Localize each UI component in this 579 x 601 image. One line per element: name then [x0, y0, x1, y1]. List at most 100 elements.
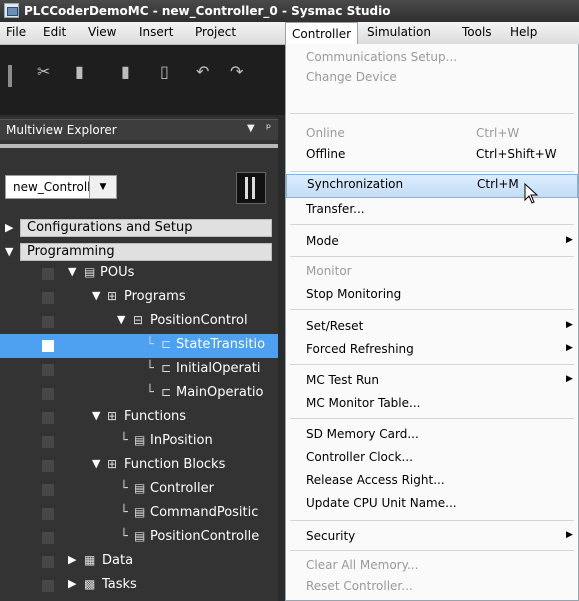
menu-item-set-reset[interactable]: Set/Reset ▶ — [286, 317, 578, 337]
menu-controller[interactable]: Controller — [285, 22, 359, 44]
row-marker — [42, 412, 54, 424]
section-programming[interactable]: ▼ Programming — [0, 242, 278, 262]
chevron-down-icon[interactable]: ▼ — [89, 176, 116, 198]
menu-item-label: Offline — [306, 147, 346, 161]
expand-icon[interactable]: ▶ — [68, 577, 76, 590]
row-marker — [42, 292, 54, 304]
section-icon: ⊏ — [161, 361, 172, 375]
tree-item-programs[interactable]: ▼ ⊞ Programs — [0, 286, 278, 310]
cut-icon[interactable]: ✂ — [37, 62, 50, 81]
menu-item-change-device[interactable]: Change Device — [286, 68, 578, 88]
menu-item-online[interactable]: Online Ctrl+W — [286, 124, 578, 144]
menu-edit[interactable]: Edit — [43, 25, 66, 39]
tree-label: PositionControlle — [150, 529, 260, 544]
pin-icon[interactable]: ᵖ — [266, 121, 271, 135]
toolbar-grip[interactable] — [8, 65, 12, 87]
menu-separator — [290, 309, 574, 310]
menu-view[interactable]: View — [88, 25, 116, 39]
submenu-arrow-icon: ▶ — [566, 320, 573, 330]
submenu-arrow-icon: ▶ — [566, 343, 573, 353]
tree-label: InitialOperati — [176, 361, 261, 376]
row-marker — [42, 364, 54, 376]
menu-item-mode[interactable]: Mode ▶ — [286, 232, 578, 252]
menu-item-sd-memory-card[interactable]: SD Memory Card... — [286, 425, 578, 445]
menu-item-release-access-right[interactable]: Release Access Right... — [286, 471, 578, 491]
menu-tools[interactable]: Tools — [462, 25, 492, 39]
tree-item-functionblocks[interactable]: ▼ ⊞ Function Blocks — [0, 454, 278, 478]
collapse-icon[interactable]: ▼ — [117, 313, 125, 326]
menu-item-label: Security — [306, 529, 356, 543]
menu-item-label: SD Memory Card... — [306, 427, 419, 441]
menu-insert[interactable]: Insert — [139, 25, 173, 39]
controller-menu: Communications Setup... Change Device On… — [285, 44, 579, 601]
paste-icon[interactable]: ▮ — [121, 62, 130, 81]
tree-label: CommandPositic — [150, 505, 259, 520]
functions-icon: ⊞ — [107, 409, 118, 423]
menu-separator — [290, 256, 574, 257]
tree-item-inposition[interactable]: └ ▤ InPosition — [0, 430, 278, 454]
collapse-icon[interactable]: ▼ — [68, 265, 76, 278]
delete-icon[interactable]: ▯ — [160, 62, 169, 81]
tree-item-controller[interactable]: └ ▤ Controller — [0, 478, 278, 502]
menu-item-label: Reset Controller... — [306, 579, 413, 593]
collapse-icon[interactable]: ▼ — [92, 289, 100, 302]
tree-label: Controller — [150, 481, 214, 496]
collapse-icon[interactable]: ▼ — [92, 457, 100, 470]
menu-item-controller-clock[interactable]: Controller Clock... — [286, 448, 578, 468]
menu-item-monitor[interactable]: Monitor — [286, 262, 578, 282]
tree-line: └ — [120, 481, 128, 496]
menu-item-label: Controller Clock... — [306, 450, 413, 464]
menu-item-forced-refreshing[interactable]: Forced Refreshing ▶ — [286, 340, 578, 360]
menu-item-label: Stop Monitoring — [306, 287, 402, 301]
collapse-icon[interactable]: ▼ — [5, 245, 13, 258]
expand-icon[interactable]: ▶ — [5, 221, 13, 234]
menu-item-label: Clear All Memory... — [306, 558, 419, 572]
menu-help[interactable]: Help — [510, 25, 537, 39]
menu-simulation[interactable]: Simulation — [367, 25, 431, 39]
explorer-header: Multiview Explorer ▼ ᵖ — [0, 119, 278, 140]
undo-icon[interactable]: ↶ — [196, 62, 209, 81]
tree-item-tasks[interactable]: ▶ ▩ Tasks — [0, 574, 278, 598]
menu-item-reset-controller[interactable]: Reset Controller... — [286, 577, 578, 597]
menu-item-mc-monitor-table[interactable]: MC Monitor Table... — [286, 394, 578, 414]
menu-item-update-cpu-unit-name[interactable]: Update CPU Unit Name... — [286, 494, 578, 514]
redo-icon[interactable]: ↷ — [230, 62, 243, 81]
menu-project[interactable]: Project — [195, 25, 236, 39]
tree-item-functions[interactable]: ▼ ⊞ Functions — [0, 406, 278, 430]
tree-item-initialoperation[interactable]: └ ⊏ InitialOperati — [0, 358, 278, 382]
menu-item-mc-test-run[interactable]: MC Test Run ▶ — [286, 371, 578, 391]
tree-item-statetransition[interactable]: └ ⊏ StateTransitio — [0, 334, 278, 358]
menu-item-offline[interactable]: Offline Ctrl+Shift+W — [286, 145, 578, 165]
tree-item-pous[interactable]: ▼ ▤ POUs — [0, 262, 278, 286]
submenu-arrow-icon: ▶ — [566, 530, 573, 540]
tree-item-positioncontrol[interactable]: ▼ ⊟ PositionControl — [0, 310, 278, 334]
menu-item-security[interactable]: Security ▶ — [286, 527, 578, 547]
menu-item-label: MC Test Run — [306, 373, 380, 387]
tree-label: POUs — [100, 265, 135, 280]
menu-item-label: Release Access Right... — [306, 473, 445, 487]
tree-item-data[interactable]: ▶ ▦ Data — [0, 550, 278, 574]
menu-item-shortcut: Ctrl+W — [476, 126, 520, 140]
menu-item-communications-setup[interactable]: Communications Setup... — [286, 48, 578, 68]
function-blocks-icon: ⊞ — [107, 457, 118, 471]
app-icon[interactable] — [4, 3, 19, 18]
tree-item-positioncontroller[interactable]: └ ▤ PositionControlle — [0, 526, 278, 550]
menu-item-label: Synchronization — [307, 177, 404, 191]
collapse-icon[interactable]: ▼ — [92, 409, 100, 422]
copy-icon[interactable]: ▮ — [75, 62, 84, 81]
tree-label: Functions — [124, 409, 187, 424]
tree-label: InPosition — [150, 433, 213, 448]
device-icon[interactable] — [236, 172, 266, 204]
menu-file[interactable]: File — [6, 25, 26, 39]
panel-menu-icon[interactable]: ▼ — [247, 123, 255, 134]
tree-item-commandposition[interactable]: └ ▤ CommandPositic — [0, 502, 278, 526]
expand-icon[interactable]: ▶ — [68, 553, 76, 566]
menu-item-clear-all-memory[interactable]: Clear All Memory... — [286, 556, 578, 576]
row-marker — [42, 532, 54, 544]
programs-icon: ⊞ — [107, 289, 118, 303]
section-configurations[interactable]: ▶ Configurations and Setup — [0, 218, 278, 238]
menu-item-stop-monitoring[interactable]: Stop Monitoring — [286, 285, 578, 305]
tree-item-mainoperation[interactable]: └ ⊏ MainOperatio — [0, 382, 278, 406]
function-icon: ▤ — [134, 433, 146, 447]
controller-select[interactable]: new_Controller_0 ▼ — [5, 175, 117, 199]
